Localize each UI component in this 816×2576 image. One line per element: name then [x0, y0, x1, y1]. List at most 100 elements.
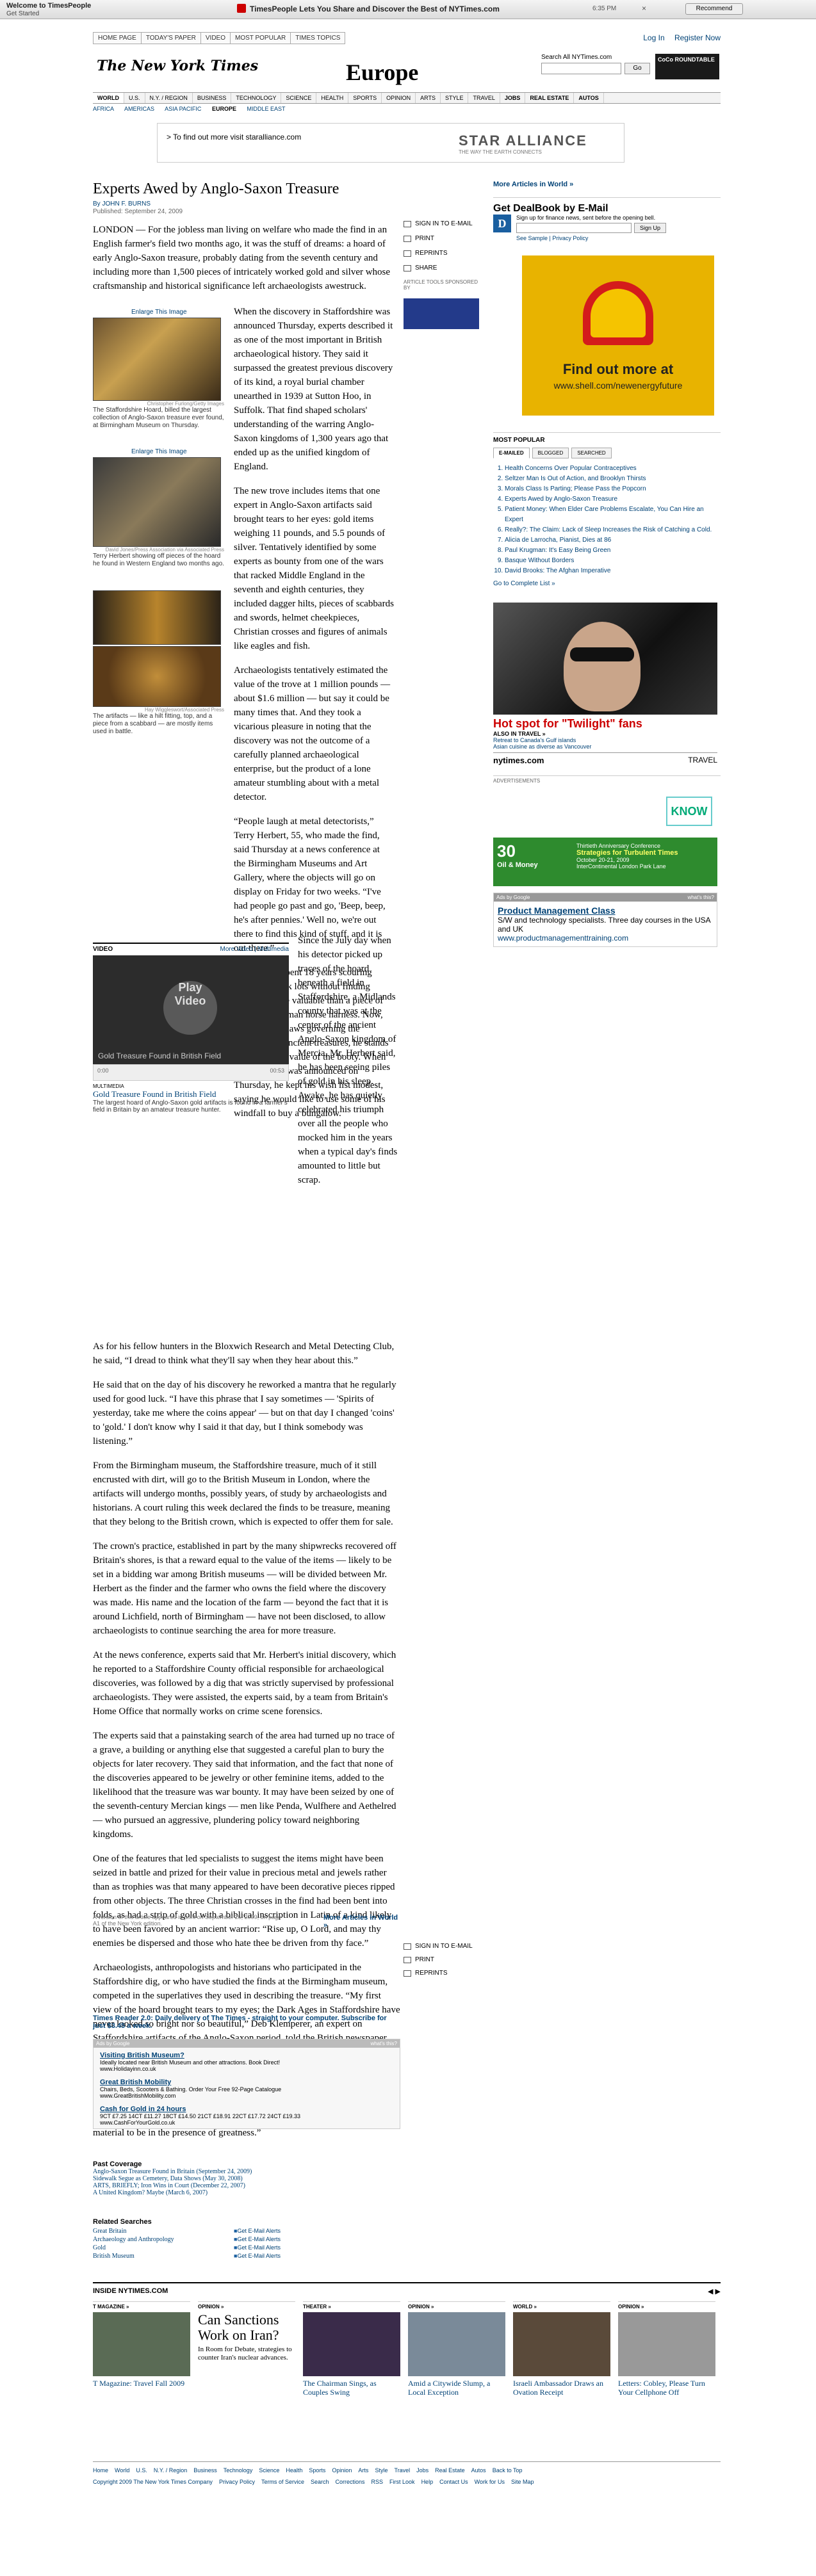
promo-title[interactable]: Hot spot for "Twilight" fans	[493, 717, 717, 731]
footer-link[interactable]: Copyright 2009 The New York Times Compan…	[93, 2479, 213, 2485]
subnav-item[interactable]: MIDDLE EAST	[247, 106, 285, 112]
scabbard-photo[interactable]	[93, 646, 221, 707]
login-link[interactable]: Log In	[643, 33, 664, 42]
dealbook-links[interactable]: See Sample | Privacy Policy	[516, 235, 721, 241]
more-world-link[interactable]: More Articles in World »	[493, 181, 721, 188]
inside-item[interactable]: THEATER » The Chairman Sings, as Couples …	[303, 2301, 400, 2397]
nav-item[interactable]: N.Y. / REGION	[145, 93, 193, 103]
list-item[interactable]: Patient Money: When Elder Care Problems …	[505, 505, 721, 525]
oil-money-ad[interactable]: 30 Oil & Money Thirtieth Anniversary Con…	[493, 838, 717, 886]
footer-link[interactable]: Opinion	[332, 2467, 352, 2474]
footer-link[interactable]: First Look	[389, 2479, 415, 2485]
reprints-tool[interactable]: REPRINTS	[404, 1970, 480, 1977]
subnav-item[interactable]: AMERICAS	[124, 106, 154, 112]
inside-item[interactable]: T MAGAZINE » T Magazine: Travel Fall 2009	[93, 2301, 190, 2397]
footer-link[interactable]: RSS	[371, 2479, 384, 2485]
video-title-link[interactable]: Gold Treasure Found in British Field	[93, 1089, 289, 1099]
email-alert-link[interactable]: Get E-Mail Alerts	[234, 2253, 281, 2260]
play-icon[interactable]: Play Video	[163, 981, 217, 1035]
list-item[interactable]: David Brooks: The Afghan Imperative	[505, 566, 721, 576]
nav-item[interactable]: JOBS	[500, 93, 526, 103]
list-item[interactable]: Experts Awed by Anglo-Saxon Treasure	[505, 494, 721, 505]
list-item[interactable]: Sidewalk Segue as Cemetery, Data Shows (…	[93, 2175, 400, 2182]
nyt-logo[interactable]: The New York Times	[97, 58, 258, 74]
top-link[interactable]: VIDEO	[200, 32, 231, 44]
footer-link[interactable]: Autos	[471, 2467, 486, 2474]
footer-link[interactable]: Corrections	[336, 2479, 365, 2485]
times-reader-promo[interactable]: Times Reader 2.0: Daily delivery of The …	[93, 2014, 400, 2030]
nav-item[interactable]: TRAVEL	[468, 93, 500, 103]
footer-link[interactable]: Travel	[394, 2467, 410, 2474]
search-button[interactable]: Go	[624, 63, 650, 74]
subnav-item[interactable]: ASIA PACIFIC	[165, 106, 201, 112]
sponsor-ad[interactable]	[404, 298, 479, 329]
nav-item[interactable]: WORLD	[93, 93, 124, 103]
inside-item[interactable]: OPINION » Can Sanctions Work on Iran? In R…	[198, 2301, 295, 2397]
nav-item[interactable]: SPORTS	[348, 93, 382, 103]
footer-link[interactable]: Help	[421, 2479, 434, 2485]
tab-emailed[interactable]: E-MAILED	[493, 448, 530, 458]
footer-link[interactable]: Technology	[224, 2467, 253, 2474]
list-item[interactable]: Basque Without Borders	[505, 556, 721, 566]
more-video-link[interactable]: More Video | Multimedia	[220, 946, 289, 953]
know-ad[interactable]: KNOW	[666, 797, 712, 826]
video-screen[interactable]: Play Video Gold Treasure Found in Britis…	[93, 955, 289, 1064]
footer-link[interactable]: Health	[286, 2467, 302, 2474]
complete-list-link[interactable]: Go to Complete List »	[493, 580, 721, 587]
twilight-photo[interactable]	[493, 603, 717, 715]
more-world-link[interactable]: More Articles in World »	[323, 1914, 400, 1929]
top-link[interactable]: TODAY'S PAPER	[140, 32, 201, 44]
hilt-photo[interactable]	[93, 590, 221, 645]
footer-link[interactable]: Science	[259, 2467, 279, 2474]
reprints-tool[interactable]: REPRINTS	[404, 250, 480, 257]
footer-link[interactable]: Site Map	[511, 2479, 534, 2485]
close-icon[interactable]: ×	[642, 4, 646, 13]
nav-item[interactable]: TECHNOLOGY	[231, 93, 282, 103]
inside-item[interactable]: WORLD » Israeli Ambassador Draws an Ovati…	[513, 2301, 610, 2397]
footer-link[interactable]: Sports	[309, 2467, 325, 2474]
hoard-photo[interactable]	[93, 318, 221, 401]
footer-link[interactable]: Home	[93, 2467, 108, 2474]
footer-link[interactable]: Terms of Service	[261, 2479, 304, 2485]
recommend-button[interactable]: Recommend	[685, 3, 743, 15]
search-input[interactable]	[541, 63, 621, 74]
print-tool[interactable]: PRINT	[404, 235, 480, 242]
list-item[interactable]: Really?: The Claim: Lack of Sleep Increa…	[505, 525, 721, 535]
nav-item[interactable]: OPINION	[382, 93, 416, 103]
signup-button[interactable]: Sign Up	[634, 223, 666, 233]
top-link[interactable]: MOST POPULAR	[230, 32, 291, 44]
tab-searched[interactable]: SEARCHED	[571, 448, 612, 458]
carousel-arrows[interactable]: ◀ ▶	[708, 2287, 721, 2296]
enlarge-link[interactable]: Enlarge This Image	[93, 448, 224, 455]
list-item[interactable]: Seltzer Man Is Out of Action, and Brookl…	[505, 474, 721, 484]
email-tool[interactable]: SIGN IN TO E-MAIL	[404, 220, 480, 227]
video-controls[interactable]: 0:00 00:53	[93, 1064, 289, 1081]
list-item[interactable]: Anglo-Saxon Treasure Found in Britain (S…	[93, 2168, 400, 2175]
tab-blogged[interactable]: BLOGGED	[532, 448, 569, 458]
list-item[interactable]: Health Concerns Over Popular Contracepti…	[505, 464, 721, 474]
footer-link[interactable]: Work for Us	[475, 2479, 505, 2485]
list-item[interactable]: A United Kingdom? Maybe (March 6, 2007)	[93, 2189, 400, 2196]
inside-item[interactable]: OPINION » Amid a Citywide Slump, a Local …	[408, 2301, 505, 2397]
footer-link[interactable]: Arts	[358, 2467, 368, 2474]
footer-link[interactable]: Jobs	[416, 2467, 428, 2474]
nav-item[interactable]: AUTOS	[574, 93, 604, 103]
email-field[interactable]	[516, 223, 632, 233]
footer-link[interactable]: Style	[375, 2467, 388, 2474]
nav-item[interactable]: BUSINESS	[193, 93, 232, 103]
star-alliance-ad[interactable]: > To find out more visit staralliance.co…	[157, 123, 624, 163]
inside-item[interactable]: OPINION » Letters: Cobley, Please Turn Yo…	[618, 2301, 715, 2397]
coco-ad[interactable]: CoCo ROUNDTABLE	[655, 54, 719, 79]
print-tool[interactable]: PRINT	[404, 1956, 480, 1963]
footer-link[interactable]: World	[115, 2467, 129, 2474]
nav-item[interactable]: HEALTH	[316, 93, 349, 103]
email-alert-link[interactable]: Get E-Mail Alerts	[234, 2244, 281, 2251]
list-item[interactable]: Morals Class Is Parting; Please Pass the…	[505, 484, 721, 494]
top-link[interactable]: TIMES TOPICS	[290, 32, 346, 44]
enlarge-link[interactable]: Enlarge This Image	[93, 309, 224, 316]
email-tool[interactable]: SIGN IN TO E-MAIL	[404, 1943, 480, 1950]
register-link[interactable]: Register Now	[674, 33, 721, 42]
list-item[interactable]: Paul Krugman: It's Easy Being Green	[505, 546, 721, 556]
top-link[interactable]: HOME PAGE	[93, 32, 142, 44]
subnav-item[interactable]: EUROPE	[212, 106, 236, 112]
